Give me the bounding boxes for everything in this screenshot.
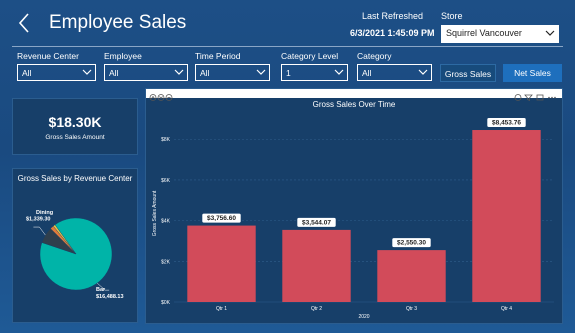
pie-label-value: $1,339.30 — [26, 217, 50, 223]
x-axis-title: 2020 — [358, 314, 369, 320]
filter-category-level-dropdown[interactable]: 1 — [281, 64, 348, 81]
bar[interactable] — [282, 229, 351, 302]
filter-category-dropdown[interactable]: All — [357, 64, 432, 81]
data-label: $3,756.60 — [207, 215, 236, 222]
bar-chart: $0K $2K $4K $6K $8K Gross Sales Amount $3,756.… — [152, 118, 554, 320]
filter-employee-dropdown[interactable]: All — [104, 64, 188, 81]
bar[interactable] — [187, 225, 256, 302]
x-tick-label: Qtr 1 — [216, 306, 227, 312]
data-label: $2,550.30 — [397, 240, 426, 247]
x-tick-label: Qtr 2 — [311, 306, 322, 312]
x-tick-label: Qtr 4 — [501, 306, 512, 312]
filter-label-category: Category — [357, 51, 392, 61]
filter-category-value: All — [362, 68, 372, 78]
filter-label-time-period: Time Period — [195, 51, 241, 61]
chevron-down-icon — [256, 67, 266, 77]
y-tick-label: $4K — [161, 219, 171, 225]
pie-chart: Dining$1,339.30 Bar$16,488.13 — [26, 210, 124, 300]
store-dropdown[interactable]: Squirrel Vancouver — [441, 25, 559, 43]
filter-label-employee: Employee — [104, 51, 142, 61]
net-sales-button[interactable]: Net Sales — [503, 64, 562, 82]
y-tick-label: $0K — [161, 300, 171, 306]
x-tick-label: Qtr 3 — [406, 306, 417, 312]
chevron-left-icon — [18, 13, 29, 33]
last-refreshed-label: Last Refreshed — [362, 11, 424, 21]
chevron-down-icon — [174, 67, 184, 77]
y-tick-label: $2K — [161, 259, 171, 265]
y-tick-label: $6K — [161, 178, 171, 184]
data-label: $8,453.76 — [492, 120, 521, 127]
y-tick-label: $8K — [161, 137, 171, 143]
filter-time-period-value: All — [200, 68, 210, 78]
pie-label-name: Dining — [36, 210, 53, 216]
filter-time-period-dropdown[interactable]: All — [195, 64, 270, 81]
store-dropdown-value: Squirrel Vancouver — [446, 28, 522, 38]
header-divider — [12, 46, 563, 47]
page-title: Employee Sales — [49, 12, 187, 33]
pie-label-value: $16,488.13 — [96, 294, 124, 300]
filter-revenue-center-value: All — [22, 68, 32, 78]
filter-label-category-level: Category Level — [281, 51, 339, 61]
store-label: Store — [441, 11, 463, 21]
sales-over-time-chart-card: Gross Sales Over Time $0K $2K $4K $6K $8K Gro… — [145, 88, 563, 324]
chevron-down-icon — [82, 67, 92, 77]
filter-label-revenue-center: Revenue Center — [17, 51, 79, 61]
bar[interactable] — [472, 130, 541, 302]
leader-line — [33, 226, 46, 236]
filter-revenue-center-dropdown[interactable]: All — [17, 64, 96, 81]
filter-employee-value: All — [109, 68, 119, 78]
pie-label-name: Bar — [96, 287, 106, 293]
kpi-value: $18.30K — [48, 114, 102, 130]
chevron-down-icon — [418, 67, 428, 77]
bar[interactable] — [377, 250, 446, 302]
data-label: $3,544.07 — [302, 219, 331, 226]
revenue-center-pie-card: Gross Sales by Revenue Center Dining $1,3… — [12, 168, 138, 323]
y-axis-title: Gross Sales Amount — [152, 190, 158, 236]
gross-sales-kpi-card: $18.30K Gross Sales Amount — [12, 98, 138, 155]
chevron-down-icon — [334, 67, 344, 77]
chevron-down-icon — [545, 28, 555, 38]
gross-sales-button[interactable]: Gross Sales — [440, 64, 496, 82]
last-refreshed-value: 6/3/2021 1:45:09 PM — [350, 28, 435, 38]
back-button[interactable] — [14, 10, 36, 36]
kpi-label: Gross Sales Amount — [45, 134, 105, 141]
filter-category-level-value: 1 — [286, 68, 291, 78]
